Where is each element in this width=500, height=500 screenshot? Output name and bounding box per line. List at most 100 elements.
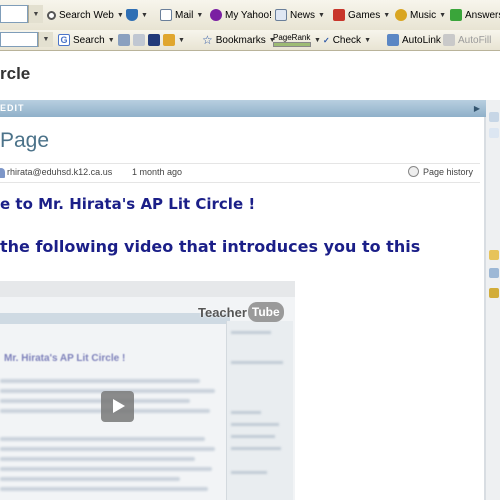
play-button[interactable] [101,391,134,422]
tool-icon [118,34,130,46]
author-link[interactable]: rhirata@eduhsd.k12.ca.us [7,167,112,177]
video-inner-title: Mr. Hirata's AP Lit Circle ! [4,353,126,364]
bookmarks-label: Bookmarks [215,34,266,46]
page-history-link[interactable]: Page history [408,166,473,177]
page-age: 1 month ago [132,167,183,177]
chevron-down-icon: ▼ [314,36,321,44]
google-search-dropdown[interactable]: ▼ [38,32,53,47]
chevron-down-icon: ▼ [178,36,185,44]
logo-teacher-text: Teacher [198,304,247,320]
answers-label: Answers [465,9,500,21]
clock-icon [408,166,419,177]
answers-button[interactable]: Answers [450,0,500,30]
search-web-label: Search Web [59,9,114,21]
google-search-button[interactable]: G Search ▼ [58,30,115,50]
my-yahoo-button[interactable]: My Yahoo! [210,0,272,30]
user-icon [0,168,5,178]
video-frame-top [0,281,295,297]
news-tool-icon [133,34,145,46]
page-meta: rhirata@eduhsd.k12.ca.us 1 month ago Pag… [0,163,480,183]
page-title: Page [0,129,50,152]
folder-icon[interactable] [489,250,499,260]
video-text-line [0,379,200,383]
yahoo-toolbar: ▼ Search Web ▼ ▼ Mail ▼ My Yahoo! News ▼… [0,0,500,31]
music-button[interactable]: Music ▼ [395,0,446,30]
google-icon: G [58,34,70,46]
search-web-button[interactable]: Search Web ▼ [47,0,124,30]
chevron-down-icon: ▼ [107,36,115,44]
music-icon [395,9,407,21]
google-toolbar: ▼ G Search ▼ ▼ ☆ Bookmarks ▼ PageRank ▼ … [0,30,500,51]
games-button[interactable]: Games ▼ [333,0,390,30]
key-icon[interactable] [489,288,499,298]
instruction-text: the following video that introduces you … [0,237,421,256]
autofill-button[interactable]: AutoFill [443,30,491,50]
check-label: Check [332,34,362,46]
games-label: Games [348,9,381,21]
site-heading: rcle [0,64,31,83]
video-page-header [0,313,230,324]
spellcheck-icon: ✓ [323,35,330,45]
video-text-line [0,437,205,441]
video-text-line [0,399,190,403]
video-text-line [0,447,215,451]
video-side-line [231,361,283,364]
pagerank-bar [273,42,311,47]
mail-icon [160,9,172,21]
video-text-line [0,477,180,481]
pagerank-indicator[interactable]: PageRank ▼ [273,30,321,50]
mail-icon[interactable] [489,128,499,138]
right-sidebar-edge [486,100,500,500]
arrow-right-icon[interactable]: ▶ [474,100,480,117]
edit-bar: EDIT ▶ [0,100,486,117]
my-yahoo-label: My Yahoo! [225,9,272,21]
games-icon [333,9,345,21]
mail-label: Mail [175,9,194,21]
page-history-label: Page history [423,166,474,177]
address-input[interactable] [0,5,28,23]
address-dropdown-button[interactable]: ▼ [28,5,43,23]
pagerank-widget: PageRank [273,33,311,47]
bookmarks-button[interactable]: ☆ Bookmarks ▼ [202,30,276,50]
mail-button[interactable]: Mail ▼ [160,0,203,30]
chevron-down-icon: ▼ [116,11,124,19]
news-button[interactable]: News ▼ [275,0,325,30]
spell-check-button[interactable]: ✓ Check ▼ [323,30,371,50]
autolink-label: AutoLink [402,34,441,46]
teachertube-logo: Teacher Tube [198,301,284,323]
video-text-line [0,457,195,461]
autolink-icon [387,34,399,46]
video-inner-sidebar [226,321,293,500]
toolbar-tools[interactable]: ▼ [118,30,185,50]
video-side-line [231,447,281,450]
chevron-down-icon: ▼ [364,36,371,44]
video-side-line [231,435,275,438]
chevron-down-icon: ▼ [439,11,447,19]
video-side-line [231,411,261,414]
video-side-line [231,331,271,334]
google-search-input[interactable] [0,32,38,47]
welcome-text: e to Mr. Hirata's AP Lit Circle ! [0,195,256,213]
shield-button[interactable]: ▼ [126,0,148,30]
google-search-label: Search [73,34,105,46]
video-side-line [231,471,267,474]
page-content: Page rhirata@eduhsd.k12.ca.us 1 month ag… [0,117,486,500]
video-side-line [231,423,279,426]
autofill-icon [443,34,455,46]
chevron-down-icon: ▼ [196,11,204,19]
news-label: News [290,9,316,21]
video-text-line [0,467,212,471]
pagerank-label: PageRank [273,33,311,42]
autolink-button[interactable]: AutoLink [387,30,441,50]
star-icon: ☆ [202,33,213,47]
news-icon [275,9,287,21]
link-icon[interactable] [489,268,499,278]
folder-icon[interactable] [489,112,499,122]
logo-tube-text: Tube [247,302,284,322]
chevron-down-icon: ▼ [318,11,325,19]
shield-icon [126,9,138,21]
music-label: Music [410,9,437,21]
autofill-label: AutoFill [458,34,492,46]
edit-tab[interactable]: EDIT [0,100,25,117]
video-player[interactable]: Mr. Hirata's AP Lit Circle ! Teacher Tub… [0,281,295,500]
